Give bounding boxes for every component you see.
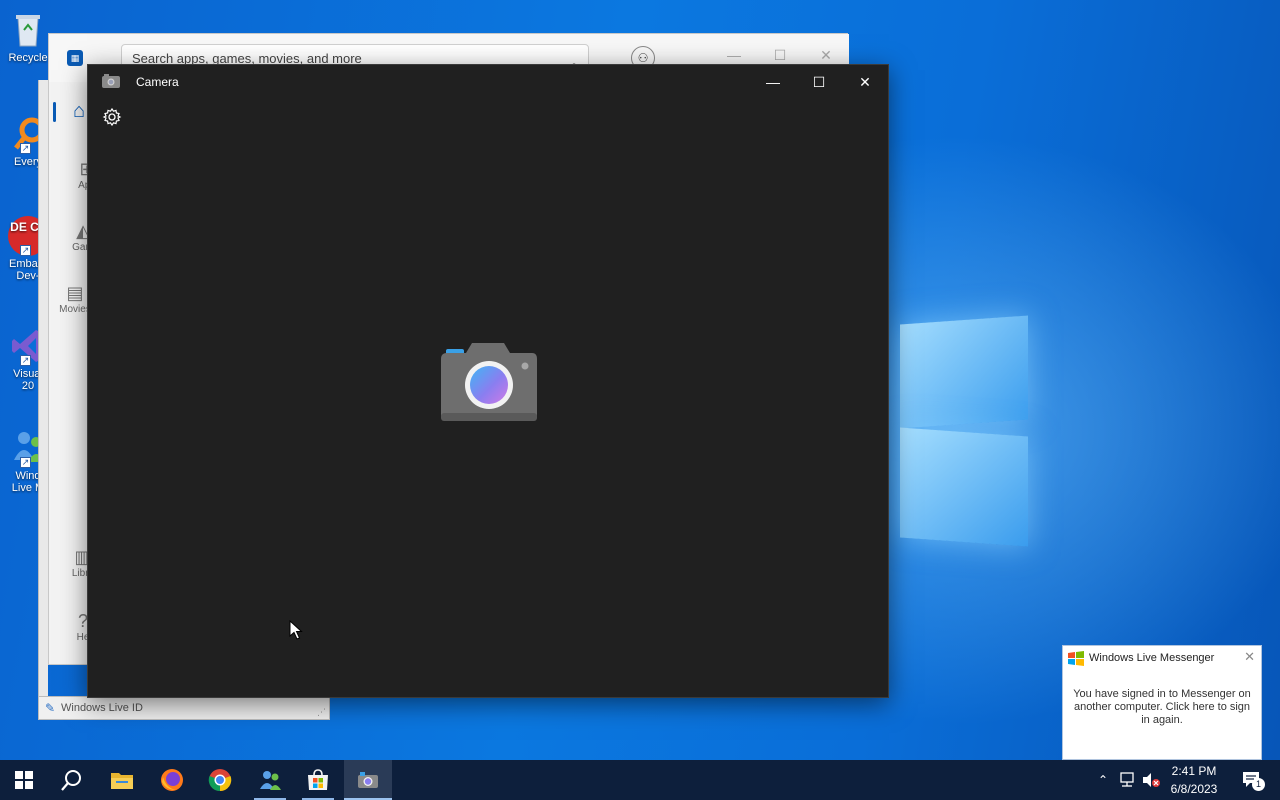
folder-icon (111, 773, 133, 789)
shortcut-arrow-icon: ↗ (20, 245, 31, 256)
recycle-bin-icon (8, 10, 48, 50)
taskbar-messenger[interactable] (246, 760, 294, 800)
volume-tray-button[interactable] (1140, 760, 1162, 800)
search-icon (61, 770, 81, 791)
taskbar-microsoft-store[interactable] (294, 760, 342, 800)
camera-icon (358, 772, 378, 788)
messenger-icon (260, 771, 281, 790)
messenger-popup-message[interactable]: You have signed in to Messenger on anoth… (1069, 688, 1255, 727)
camera-placeholder-icon (441, 343, 537, 421)
camera-minimize-button[interactable]: — (750, 65, 796, 99)
messenger-popup-header: Windows Live Messenger ✕ (1063, 646, 1261, 670)
firefox-icon (161, 769, 183, 791)
messenger-notification-popup[interactable]: Windows Live Messenger ✕ You have signed… (1062, 645, 1262, 760)
windows-logo-icon (15, 771, 33, 789)
desktop-icon-label: Recycle (8, 52, 48, 64)
taskbar-file-explorer[interactable] (98, 760, 146, 800)
taskbar-camera[interactable] (344, 760, 392, 800)
messenger-popup-close-button[interactable]: ✕ (1244, 650, 1255, 664)
shortcut-arrow-icon: ↗ (20, 355, 31, 366)
camera-maximize-button[interactable]: ☐ (796, 65, 842, 99)
store-icon (308, 769, 328, 790)
store-logo-icon: ▦ (67, 50, 83, 66)
clock-time[interactable]: 2:41 PM (1164, 764, 1224, 778)
camera-close-button[interactable]: ✕ (842, 65, 888, 99)
store-sidebar: ⌂ ⊞ App ◭ Gam ▤ Movies ▥ Libra ? He (49, 82, 96, 666)
settings-gear-icon[interactable] (102, 107, 122, 127)
desktop: Recycle ↗ Every DE C+ ↗ Embarc Dev- ↗ Vi… (0, 0, 1280, 760)
volume-muted-icon (1143, 773, 1160, 787)
camera-window-title: Camera (136, 75, 179, 89)
taskbar: ⌃ 2:41 PM 6/8/2023 1 (0, 760, 1280, 800)
camera-titlebar[interactable]: Camera — ☐ ✕ (88, 65, 888, 99)
action-center-button[interactable]: 1 (1232, 760, 1272, 800)
home-icon[interactable]: ⌂ (73, 100, 85, 123)
home-selected-indicator (53, 102, 56, 122)
shortcut-arrow-icon: ↗ (20, 457, 31, 468)
network-icon (1120, 772, 1134, 787)
mouse-cursor-icon (289, 620, 303, 640)
taskbar-chrome[interactable] (196, 760, 244, 800)
start-button[interactable] (0, 760, 48, 800)
taskbar-firefox[interactable] (148, 760, 196, 800)
windows-logo-wallpaper (890, 308, 1030, 548)
chrome-icon (208, 769, 232, 792)
windows-flag-icon (1068, 651, 1084, 666)
windows-live-id-status-bar[interactable]: ✎ Windows Live ID ⋰ (38, 696, 330, 720)
chevron-up-icon: ⌃ (1097, 773, 1109, 787)
taskbar-search-button[interactable] (48, 760, 96, 800)
notification-count-badge: 1 (1252, 778, 1265, 791)
windows-live-id-icon: ✎ (45, 701, 56, 715)
windows-live-id-dialog-edge (38, 80, 48, 696)
camera-window[interactable]: Camera — ☐ ✕ (87, 64, 889, 698)
clock-date[interactable]: 6/8/2023 (1164, 782, 1224, 796)
show-hidden-icons-button[interactable]: ⌃ (1094, 760, 1112, 800)
shortcut-arrow-icon: ↗ (20, 143, 31, 154)
camera-app-icon (102, 74, 120, 88)
resize-grip-icon[interactable]: ⋰ (317, 708, 326, 717)
windows-live-id-label: Windows Live ID (61, 702, 143, 714)
network-tray-button[interactable] (1116, 760, 1138, 800)
messenger-popup-title: Windows Live Messenger (1089, 652, 1215, 664)
